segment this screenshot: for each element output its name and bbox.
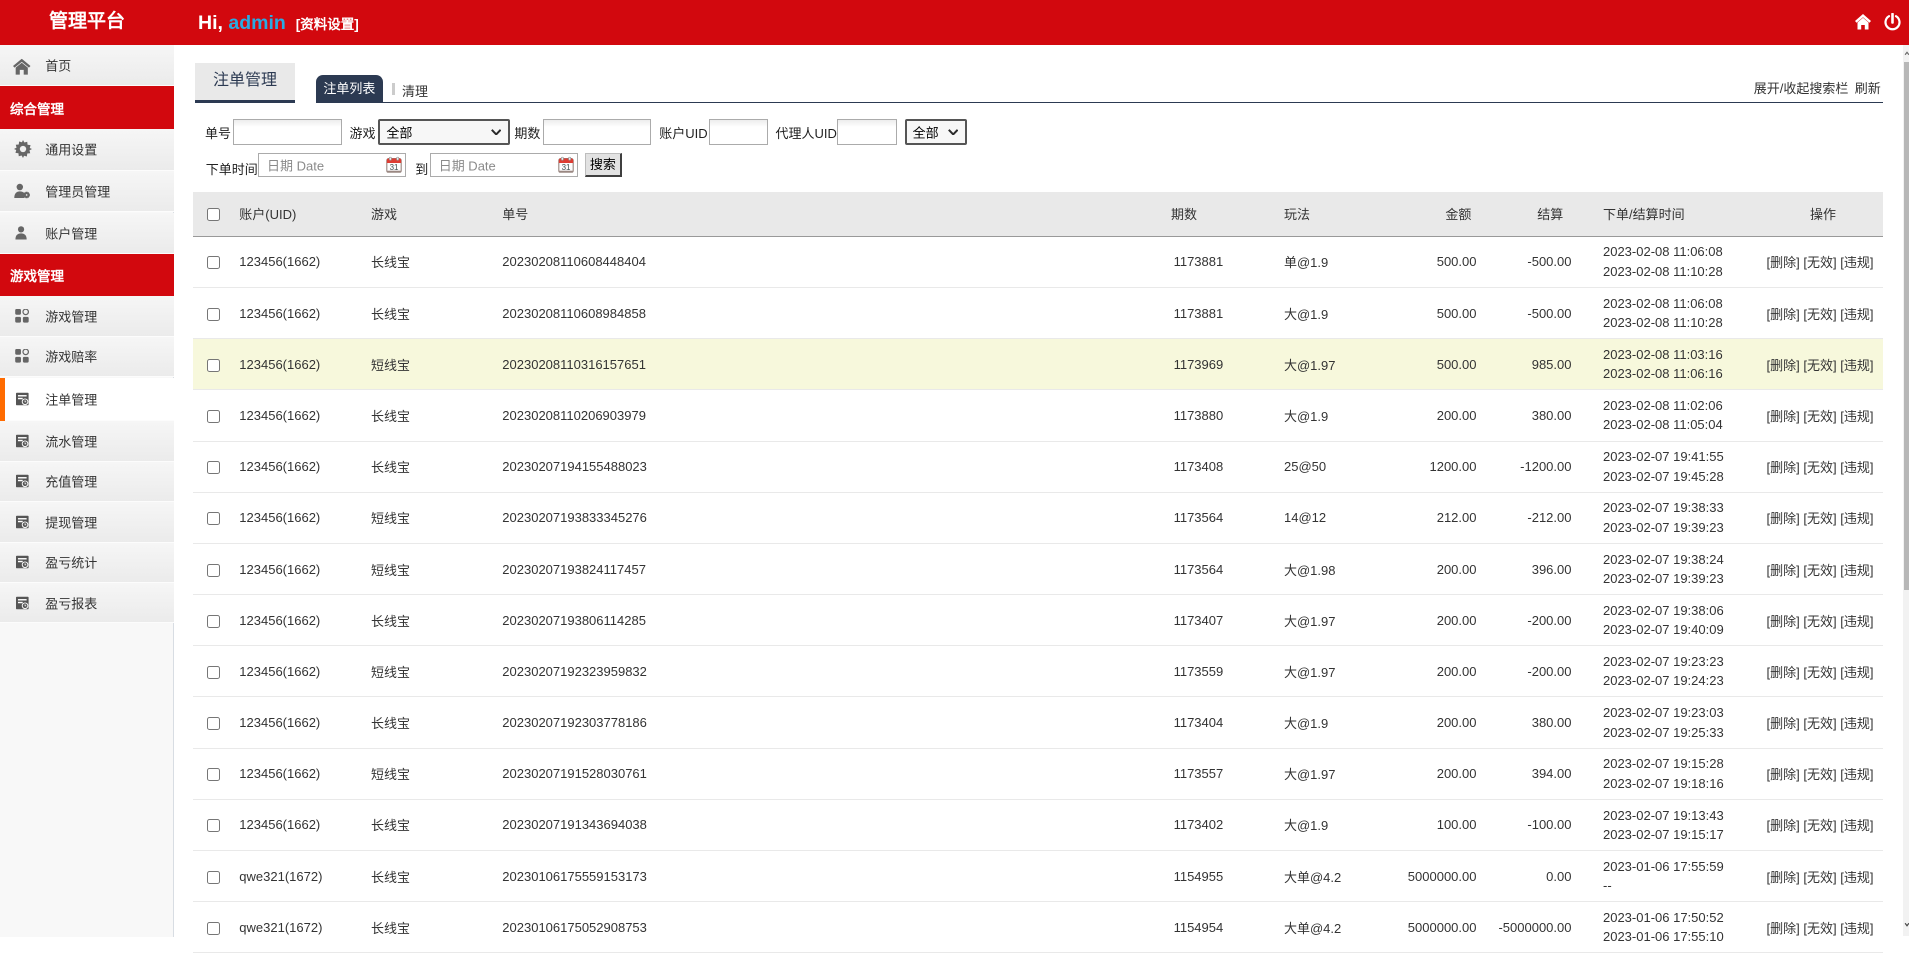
svg-text:31: 31 [562,163,571,172]
svg-text:31: 31 [390,163,399,172]
